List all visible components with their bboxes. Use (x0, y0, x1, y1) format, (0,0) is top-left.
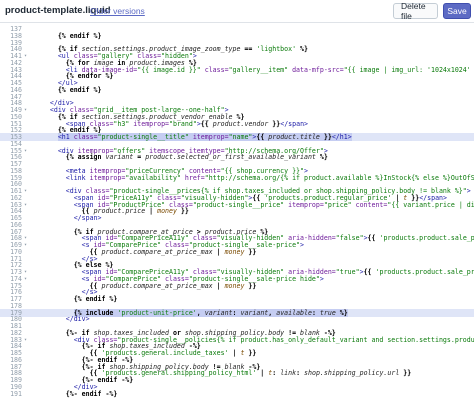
older-versions-link[interactable]: Older versions (90, 6, 145, 16)
line-number: 191 (10, 389, 22, 398)
delete-file-button[interactable]: Delete file (393, 1, 438, 21)
editor-header: product-template.liquid Older versions D… (0, 0, 474, 23)
code-text: {%- endif -%} (65, 389, 118, 398)
save-button[interactable]: Save (443, 3, 471, 19)
code-line[interactable]: 191 {%- endif -%} (0, 390, 474, 398)
code-editor[interactable]: 137 138 {% endif %} 139 140 {% if section.… (0, 23, 474, 403)
